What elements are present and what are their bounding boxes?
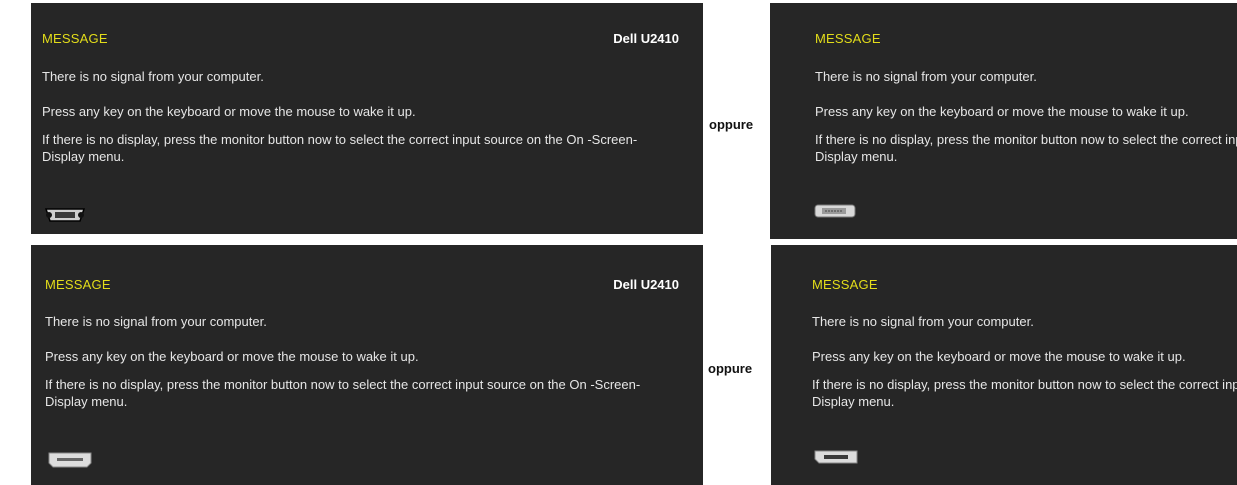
no-signal-text: There is no signal from your computer. <box>812 314 1034 329</box>
message-title: MESSAGE <box>45 277 111 292</box>
no-signal-text: There is no signal from your computer. <box>42 69 264 84</box>
separator-label: oppure <box>708 361 753 376</box>
osd-panel-vga: MESSAGE Dell U2410 There is no signal fr… <box>31 3 703 234</box>
hdmi-connector-icon <box>48 452 92 468</box>
model-name: Dell U2410 <box>613 31 679 46</box>
wake-instruction-text: Press any key on the keyboard or move th… <box>812 349 1186 364</box>
wake-instruction-text: Press any key on the keyboard or move th… <box>42 104 416 119</box>
input-source-instruction-text: If there is no display, press the monito… <box>815 132 1237 164</box>
vga-connector-icon <box>44 208 86 222</box>
osd-panel-displayport: MESSAGE There is no signal from your com… <box>771 245 1237 485</box>
osd-panel-dvi: MESSAGE There is no signal from your com… <box>770 3 1237 239</box>
displayport-connector-icon <box>814 450 858 464</box>
input-source-instruction-text: If there is no display, press the monito… <box>45 377 641 409</box>
wake-instruction-text: Press any key on the keyboard or move th… <box>45 349 419 364</box>
dvi-connector-icon <box>814 204 856 218</box>
message-title: MESSAGE <box>815 31 881 46</box>
input-source-instruction-text: If there is no display, press the monito… <box>42 132 638 164</box>
no-signal-text: There is no signal from your computer. <box>45 314 267 329</box>
wake-instruction-text: Press any key on the keyboard or move th… <box>815 104 1189 119</box>
osd-panel-hdmi: MESSAGE Dell U2410 There is no signal fr… <box>31 245 703 485</box>
message-title: MESSAGE <box>812 277 878 292</box>
no-signal-text: There is no signal from your computer. <box>815 69 1037 84</box>
input-source-instruction-text: If there is no display, press the monito… <box>812 377 1237 409</box>
separator-label: oppure <box>709 117 754 132</box>
model-name: Dell U2410 <box>613 277 679 292</box>
message-title: MESSAGE <box>42 31 108 46</box>
